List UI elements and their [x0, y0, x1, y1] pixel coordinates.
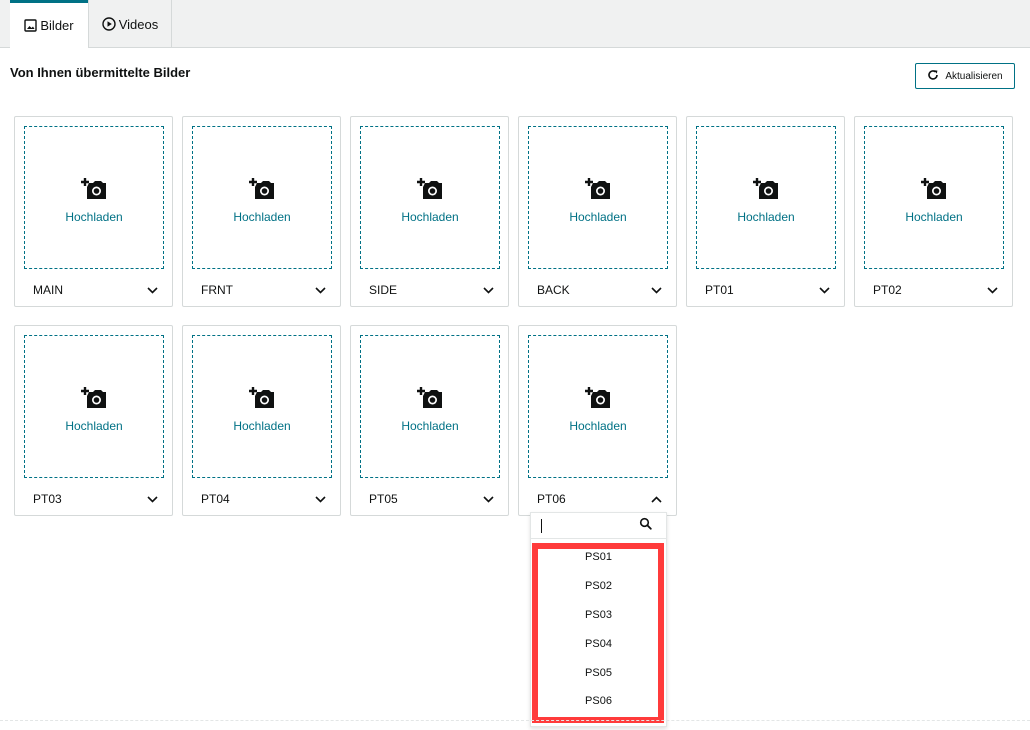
image-slot-card: Hochladen MAIN: [14, 116, 173, 307]
image-slot-card: Hochladen PT06: [518, 325, 677, 516]
dropdown-search: [531, 513, 666, 539]
image-slot-card: Hochladen SIDE: [350, 116, 509, 307]
image-slot-card: Hochladen FRNT: [182, 116, 341, 307]
refresh-label: Aktualisieren: [945, 70, 1003, 82]
upload-label: Hochladen: [65, 210, 123, 224]
upload-label: Hochladen: [233, 419, 291, 433]
chevron-down-icon: [315, 283, 326, 297]
upload-dropzone[interactable]: Hochladen: [192, 335, 332, 478]
image-slot-card: Hochladen PT04: [182, 325, 341, 516]
tab-bilder[interactable]: Bilder: [10, 0, 88, 49]
add-photo-icon: [584, 177, 612, 206]
slot-variant-select[interactable]: PT06: [519, 484, 676, 514]
slot-variant-label: SIDE: [369, 283, 398, 297]
chevron-down-icon: [483, 283, 494, 297]
upload-dropzone[interactable]: Hochladen: [528, 335, 668, 478]
slot-variant-label: PT03: [33, 492, 62, 506]
image-slot-card: Hochladen PT05: [350, 325, 509, 516]
upload-label: Hochladen: [569, 210, 627, 224]
add-photo-icon: [80, 177, 108, 206]
upload-dropzone[interactable]: Hochladen: [360, 126, 500, 269]
tab-bar: Bilder Videos: [0, 0, 1030, 49]
slot-variant-label: PT04: [201, 492, 230, 506]
dropdown-search-input[interactable]: [545, 518, 636, 533]
upload-dropzone[interactable]: Hochladen: [192, 126, 332, 269]
refresh-icon: [927, 69, 939, 84]
slot-variant-label: PT01: [705, 283, 734, 297]
slot-variant-label: PT02: [873, 283, 902, 297]
slot-variant-select[interactable]: PT04: [183, 484, 340, 514]
tab-bilder-label: Bilder: [40, 18, 74, 33]
add-photo-icon: [248, 177, 276, 206]
play-circle-icon: [102, 17, 116, 31]
upload-dropzone[interactable]: Hochladen: [360, 335, 500, 478]
slot-variant-label: MAIN: [33, 283, 63, 297]
add-photo-icon: [248, 386, 276, 415]
upload-dropzone[interactable]: Hochladen: [24, 335, 164, 478]
chevron-down-icon: [651, 283, 662, 297]
highlight-box: [532, 543, 664, 723]
add-photo-icon: [584, 386, 612, 415]
slot-variant-label: PT06: [537, 492, 566, 506]
chevron-up-icon: [651, 492, 662, 506]
image-slot-card: Hochladen PT02: [854, 116, 1013, 307]
add-photo-icon: [752, 177, 780, 206]
image-slot-card: Hochladen PT03: [14, 325, 173, 516]
slot-variant-select[interactable]: PT05: [351, 484, 508, 514]
chevron-down-icon: [147, 492, 158, 506]
tab-videos[interactable]: Videos: [88, 0, 172, 48]
page-title: Von Ihnen übermittelte Bilder: [10, 65, 191, 80]
slot-variant-select[interactable]: PT02: [855, 275, 1012, 305]
tab-videos-label: Videos: [118, 16, 159, 32]
chevron-down-icon: [483, 492, 494, 506]
image-icon: [24, 19, 38, 32]
upload-label: Hochladen: [401, 210, 459, 224]
upload-dropzone[interactable]: Hochladen: [528, 126, 668, 269]
add-photo-icon: [920, 177, 948, 206]
add-photo-icon: [80, 386, 108, 415]
refresh-button[interactable]: Aktualisieren: [915, 63, 1015, 89]
upload-dropzone[interactable]: Hochladen: [696, 126, 836, 269]
image-slot-card: Hochladen PT01: [686, 116, 845, 307]
slot-variant-label: BACK: [537, 283, 570, 297]
slot-variant-select[interactable]: PT03: [15, 484, 172, 514]
upload-label: Hochladen: [569, 419, 627, 433]
upload-label: Hochladen: [233, 210, 291, 224]
chevron-down-icon: [819, 283, 830, 297]
upload-dropzone[interactable]: Hochladen: [864, 126, 1004, 269]
upload-label: Hochladen: [65, 419, 123, 433]
chevron-down-icon: [315, 492, 326, 506]
chevron-down-icon: [147, 283, 158, 297]
slot-variant-label: FRNT: [201, 283, 233, 297]
upload-label: Hochladen: [905, 210, 963, 224]
upload-label: Hochladen: [737, 210, 795, 224]
search-icon[interactable]: [639, 517, 652, 535]
slot-variant-select[interactable]: SIDE: [351, 275, 508, 305]
slot-variant-select[interactable]: MAIN: [15, 275, 172, 305]
slot-variant-select[interactable]: BACK: [519, 275, 676, 305]
divider: [0, 720, 1030, 721]
upload-dropzone[interactable]: Hochladen: [24, 126, 164, 269]
image-slot-card: Hochladen BACK: [518, 116, 677, 307]
text-cursor: [541, 518, 542, 533]
add-photo-icon: [416, 177, 444, 206]
slot-variant-select[interactable]: PT01: [687, 275, 844, 305]
slot-variant-select[interactable]: FRNT: [183, 275, 340, 305]
slot-variant-label: PT05: [369, 492, 398, 506]
chevron-down-icon: [987, 283, 998, 297]
add-photo-icon: [416, 386, 444, 415]
upload-label: Hochladen: [401, 419, 459, 433]
